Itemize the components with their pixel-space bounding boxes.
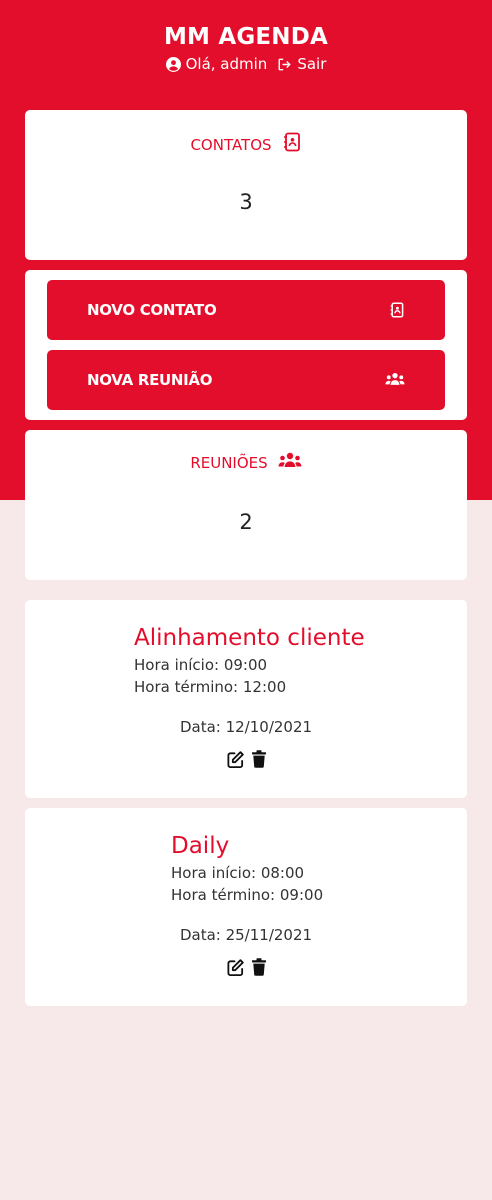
contacts-card[interactable]: CONTATOS 3 — [25, 110, 467, 260]
logout-label: Sair — [297, 55, 327, 73]
contacts-count: 3 — [239, 190, 253, 214]
new-contact-button[interactable]: NOVO CONTATO — [47, 280, 445, 340]
address-book-icon — [282, 132, 302, 158]
user-greeting: Olá, admin — [165, 53, 268, 75]
user-circle-icon — [165, 56, 181, 72]
edit-icon[interactable] — [226, 750, 245, 773]
meeting-date: Data: 25/11/2021 — [179, 926, 313, 944]
new-contact-label: NOVO CONTATO — [87, 301, 217, 319]
meeting-start-time: Hora início: 09:00 — [134, 656, 268, 674]
delete-icon[interactable] — [251, 750, 267, 773]
app-title: MM AGENDA — [163, 24, 329, 50]
meeting-start-time: Hora início: 08:00 — [171, 864, 305, 882]
meeting-title: Daily — [171, 833, 230, 859]
meeting-actions — [25, 958, 467, 981]
meeting-end-time: Hora término: 09:00 — [171, 886, 324, 904]
app-header: MM AGENDA Olá, admin Sair — [0, 22, 492, 75]
meetings-card[interactable]: REUNIÕES 2 — [25, 430, 467, 580]
meeting-card: Daily Hora início: 08:00 Hora término: 0… — [25, 808, 467, 1006]
meeting-title: Alinhamento cliente — [134, 625, 365, 651]
meetings-count: 2 — [239, 510, 253, 534]
users-icon — [385, 372, 405, 390]
delete-icon[interactable] — [251, 958, 267, 981]
greeting-text: Olá, admin — [185, 55, 268, 73]
meetings-heading: REUNIÕES — [25, 452, 467, 474]
meeting-details: Alinhamento cliente Hora início: 09:00 H… — [134, 622, 365, 698]
contacts-heading: CONTATOS — [25, 132, 467, 158]
sign-out-icon — [277, 57, 292, 72]
new-meeting-label: NOVA REUNIÃO — [87, 371, 213, 389]
address-book-icon — [389, 302, 405, 322]
new-meeting-button[interactable]: NOVA REUNIÃO — [47, 350, 445, 410]
user-bar: Olá, admin Sair — [0, 53, 492, 75]
meeting-end-time: Hora término: 12:00 — [134, 678, 287, 696]
edit-icon[interactable] — [226, 958, 245, 981]
meeting-card: Alinhamento cliente Hora início: 09:00 H… — [25, 600, 467, 798]
meeting-details: Daily Hora início: 08:00 Hora término: 0… — [171, 830, 323, 906]
logout-link[interactable]: Sair — [277, 53, 326, 75]
users-icon — [278, 452, 302, 474]
meetings-title: REUNIÕES — [190, 454, 268, 472]
contacts-title: CONTATOS — [190, 136, 272, 154]
actions-card: NOVO CONTATO NOVA REUNIÃO — [25, 270, 467, 420]
meeting-actions — [25, 750, 467, 773]
meeting-date: Data: 12/10/2021 — [179, 718, 313, 736]
